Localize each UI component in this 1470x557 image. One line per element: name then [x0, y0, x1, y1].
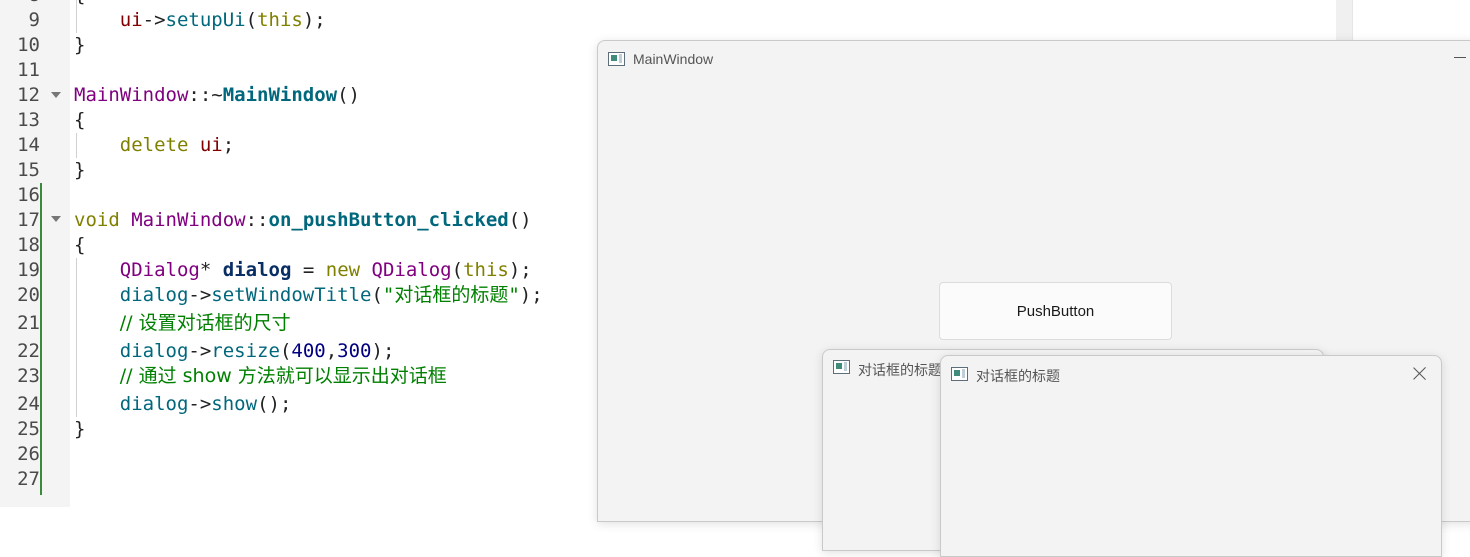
code-line: {	[74, 109, 86, 131]
line-number: 11	[17, 59, 40, 81]
code-line: QDialog* dialog = new QDialog(this);	[119, 259, 532, 281]
code-line: delete ui;	[119, 134, 235, 156]
line-number: 26	[17, 443, 40, 465]
dialog-window-front[interactable]: 对话框的标题	[940, 355, 1442, 557]
line-number: 24	[17, 393, 40, 415]
app-window-icon	[833, 360, 850, 374]
fold-arrow-icon[interactable]	[51, 92, 61, 98]
code-line: dialog->setWindowTitle("对话框的标题");	[119, 284, 543, 306]
line-number: 27	[17, 468, 40, 490]
line-number: 8	[0, 0, 40, 8]
line-number: 17	[17, 209, 40, 231]
code-line: void MainWindow::on_pushButton_clicked()	[74, 209, 532, 231]
code-line: ui->setupUi(this);	[119, 9, 326, 31]
line-number: 18	[17, 234, 40, 256]
minimize-icon[interactable]	[1454, 57, 1466, 58]
line-number: 21	[17, 312, 40, 334]
app-window-icon	[951, 367, 968, 381]
line-number: 16	[17, 184, 40, 206]
line-number: 10	[17, 34, 40, 56]
dialog-front-title: 对话框的标题	[976, 368, 1060, 384]
line-number: 14	[17, 134, 40, 156]
code-line: }	[74, 34, 86, 56]
code-line: // 通过 show 方法就可以显示出对话框	[119, 365, 447, 387]
line-number: 15	[17, 159, 40, 181]
main-window-titlebar[interactable]: MainWindow	[598, 41, 1470, 77]
main-window-title: MainWindow	[633, 51, 714, 67]
code-line: dialog->resize(400,300);	[119, 340, 395, 362]
code-line: }	[74, 418, 86, 440]
code-line: // 设置对话框的尺寸	[119, 312, 291, 334]
line-number: 23	[17, 365, 40, 387]
close-icon[interactable]	[1409, 364, 1431, 384]
code-line: {	[74, 234, 86, 256]
app-window-icon	[608, 52, 625, 66]
fold-arrow-icon[interactable]	[51, 216, 61, 222]
code-line: dialog->show();	[119, 393, 292, 415]
code-line: {	[74, 0, 85, 8]
line-number: 12	[17, 84, 40, 106]
line-number: 9	[28, 9, 40, 31]
line-number: 13	[17, 109, 40, 131]
change-marker-bar	[40, 183, 42, 495]
code-line: MainWindow::~MainWindow()	[74, 84, 360, 106]
code-line: }	[74, 159, 86, 181]
dialog-front-titlebar[interactable]: 对话框的标题	[941, 356, 1441, 392]
line-number: 22	[17, 340, 40, 362]
line-number: 25	[17, 418, 40, 440]
push-button[interactable]: PushButton	[939, 282, 1172, 340]
line-number: 20	[17, 284, 40, 306]
line-number: 19	[17, 259, 40, 281]
dialog-back-title: 对话框的标题	[858, 362, 942, 378]
